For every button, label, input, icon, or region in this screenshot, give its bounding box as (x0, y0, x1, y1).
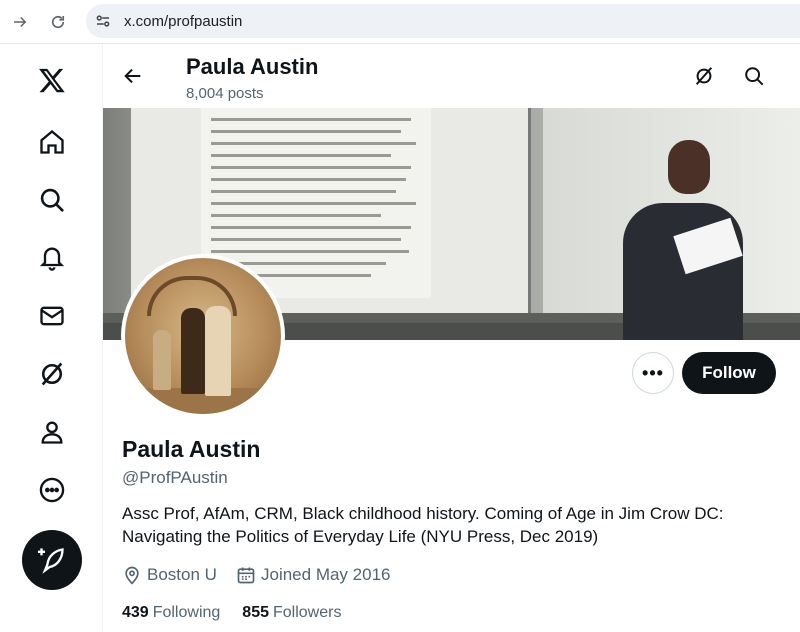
profile-joined: Joined May 2016 (236, 565, 390, 585)
profile-main: Paula Austin 8,004 posts ••• Follow Paul… (103, 44, 800, 632)
location-icon (125, 566, 139, 585)
forward-icon[interactable] (8, 10, 32, 34)
following-link[interactable]: 439 Following (122, 604, 220, 622)
followers-count: 855 (242, 604, 269, 621)
browser-toolbar: x.com/profpaustin (0, 0, 800, 44)
more-icon[interactable] (32, 470, 72, 510)
profile-header-bar: Paula Austin 8,004 posts (103, 44, 800, 108)
x-logo-icon[interactable] (32, 60, 72, 100)
followers-link[interactable]: 855 Followers (242, 604, 341, 622)
reload-icon[interactable] (46, 10, 70, 34)
more-options-button[interactable]: ••• (632, 352, 674, 394)
address-bar[interactable]: x.com/profpaustin (86, 4, 800, 38)
location-text: Boston U (147, 565, 217, 584)
search-icon[interactable] (32, 180, 72, 220)
back-arrow-icon[interactable] (117, 60, 149, 92)
left-navigation (0, 44, 103, 632)
home-icon[interactable] (32, 122, 72, 162)
messages-icon[interactable] (32, 296, 72, 336)
profile-handle: @ProfPAustin (122, 468, 228, 487)
profile-location: Boston U (122, 565, 217, 585)
compose-icon (38, 548, 64, 574)
calendar-icon (237, 567, 255, 584)
search-icon[interactable] (739, 61, 769, 91)
profile-icon[interactable] (32, 412, 72, 452)
compose-post-button[interactable] (22, 530, 82, 590)
site-settings-icon[interactable] (86, 4, 120, 38)
profile-bio: Assc Prof, AfAm, CRM, Black childhood hi… (122, 504, 724, 546)
grok-icon[interactable] (32, 354, 72, 394)
followers-label: Followers (273, 604, 342, 621)
joined-text: Joined May 2016 (261, 565, 391, 584)
url-text[interactable]: x.com/profpaustin (124, 13, 242, 30)
follow-stats: 439 Following 855 Followers (122, 604, 363, 622)
following-label: Following (152, 604, 221, 621)
notifications-icon[interactable] (32, 238, 72, 278)
grok-icon[interactable] (689, 61, 719, 91)
follow-button[interactable]: Follow (682, 352, 776, 394)
avatar[interactable] (121, 254, 285, 418)
following-count: 439 (122, 604, 149, 621)
header-name: Paula Austin (186, 54, 319, 79)
post-count: 8,004 posts (186, 85, 264, 102)
profile-name: Paula Austin (122, 436, 261, 462)
